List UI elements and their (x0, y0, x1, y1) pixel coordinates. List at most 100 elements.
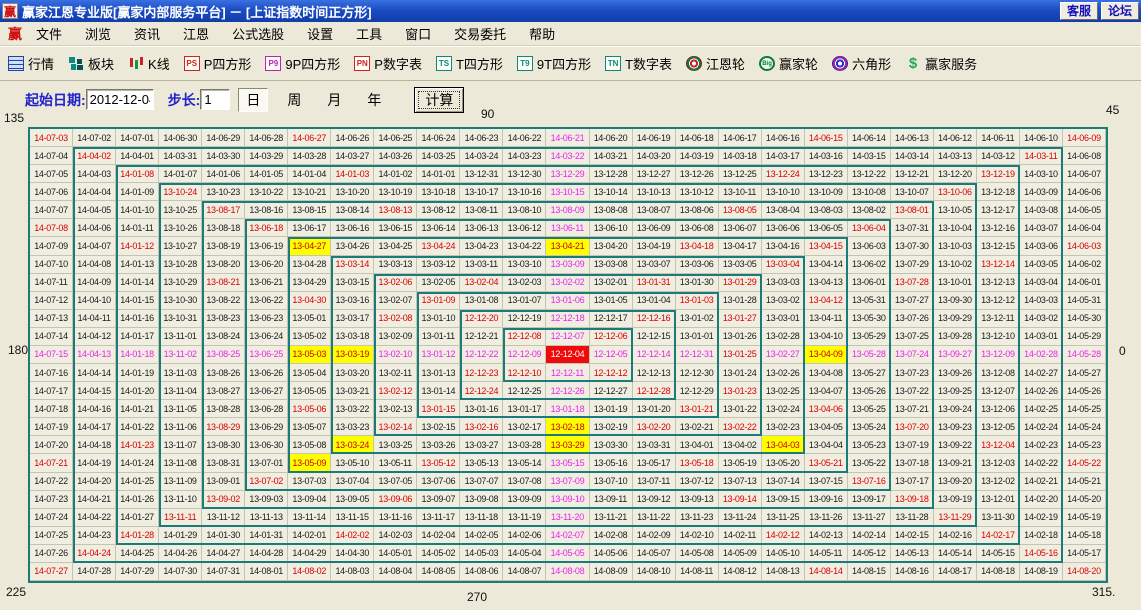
date-cell[interactable]: 13-12-29 (546, 165, 589, 183)
date-cell[interactable]: 13-11-30 (977, 509, 1020, 527)
date-cell[interactable]: 14-02-22 (1020, 454, 1063, 472)
date-cell[interactable]: 13-03-26 (417, 436, 460, 454)
date-cell[interactable]: 14-05-25 (1063, 400, 1106, 418)
date-cell[interactable]: 14-06-22 (503, 129, 546, 147)
date-cell[interactable]: 13-01-13 (417, 364, 460, 382)
date-cell[interactable]: 13-08-19 (202, 237, 245, 255)
toolbar-item-3[interactable]: K线 (128, 54, 170, 73)
date-cell[interactable]: 14-05-28 (1063, 346, 1106, 364)
date-cell[interactable]: 13-11-10 (159, 491, 202, 509)
date-cell[interactable]: 13-12-26 (676, 165, 719, 183)
date-cell[interactable]: 14-03-22 (546, 147, 589, 165)
date-cell[interactable]: 14-04-05 (73, 201, 116, 219)
date-cell[interactable]: 13-10-28 (159, 256, 202, 274)
date-cell[interactable]: 13-12-30 (503, 165, 546, 183)
date-cell[interactable]: 14-04-14 (73, 364, 116, 382)
date-cell[interactable]: 14-01-28 (116, 527, 159, 545)
date-cell[interactable]: 13-11-13 (245, 509, 288, 527)
date-cell[interactable]: 14-01-16 (116, 310, 159, 328)
menu-tools[interactable]: 工具 (356, 24, 382, 43)
date-cell[interactable]: 13-01-07 (503, 292, 546, 310)
date-cell[interactable]: 13-12-18 (977, 183, 1020, 201)
date-cell[interactable]: 13-01-24 (719, 364, 762, 382)
date-cell[interactable]: 13-05-28 (848, 346, 891, 364)
date-cell[interactable]: 13-03-29 (546, 436, 589, 454)
date-cell[interactable]: 13-01-05 (590, 292, 633, 310)
date-cell[interactable]: 14-04-12 (73, 328, 116, 346)
date-cell[interactable]: 13-05-14 (503, 454, 546, 472)
date-cell[interactable]: 14-02-28 (1020, 346, 1063, 364)
date-cell[interactable]: 14-08-15 (848, 563, 891, 581)
date-cell[interactable]: 13-12-19 (977, 165, 1020, 183)
date-cell[interactable]: 13-10-29 (159, 274, 202, 292)
date-cell[interactable]: 13-07-22 (891, 382, 934, 400)
date-cell[interactable]: 13-09-05 (331, 491, 374, 509)
date-cell[interactable]: 13-02-07 (374, 292, 417, 310)
date-cell[interactable]: 13-10-19 (374, 183, 417, 201)
date-cell[interactable]: 13-11-04 (159, 382, 202, 400)
date-cell[interactable]: 14-03-30 (202, 147, 245, 165)
date-cell[interactable]: 14-06-05 (1063, 201, 1106, 219)
date-cell[interactable]: 13-03-11 (460, 256, 503, 274)
date-cell[interactable]: 14-04-28 (245, 545, 288, 563)
date-cell[interactable]: 13-03-13 (374, 256, 417, 274)
date-cell[interactable]: 14-03-26 (374, 147, 417, 165)
date-cell[interactable]: 13-06-09 (633, 219, 676, 237)
date-cell[interactable]: 13-06-19 (245, 237, 288, 255)
date-cell[interactable]: 13-01-23 (719, 382, 762, 400)
date-cell[interactable]: 13-12-06 (977, 400, 1020, 418)
date-cell[interactable]: 14-07-22 (30, 473, 73, 491)
date-cell[interactable]: 13-05-07 (288, 418, 331, 436)
date-cell[interactable]: 13-04-10 (805, 328, 848, 346)
date-cell[interactable]: 13-01-06 (546, 292, 589, 310)
date-cell[interactable]: 14-04-07 (73, 237, 116, 255)
date-cell[interactable]: 14-03-13 (934, 147, 977, 165)
date-cell[interactable]: 13-01-10 (417, 310, 460, 328)
date-cell[interactable]: 14-02-02 (331, 527, 374, 545)
date-cell[interactable]: 13-12-27 (633, 165, 676, 183)
date-cell[interactable]: 13-10-13 (633, 183, 676, 201)
date-cell[interactable]: 13-12-13 (977, 274, 1020, 292)
date-cell[interactable]: 13-09-27 (934, 346, 977, 364)
date-cell[interactable]: 13-10-07 (891, 183, 934, 201)
date-cell[interactable]: 13-12-21 (891, 165, 934, 183)
date-cell[interactable]: 14-07-11 (30, 274, 73, 292)
date-cell[interactable]: 14-07-02 (73, 129, 116, 147)
date-cell[interactable]: 13-04-13 (805, 274, 848, 292)
date-cell[interactable]: 14-07-24 (30, 509, 73, 527)
toolbar-item-9[interactable]: TNT数字表 (605, 54, 672, 73)
date-cell[interactable]: 14-03-19 (676, 147, 719, 165)
date-cell[interactable]: 14-07-23 (30, 491, 73, 509)
date-cell[interactable]: 13-09-21 (934, 454, 977, 472)
date-cell[interactable]: 14-01-08 (116, 165, 159, 183)
date-cell[interactable]: 14-03-21 (590, 147, 633, 165)
date-cell[interactable]: 13-02-28 (762, 328, 805, 346)
date-cell[interactable]: 14-03-24 (460, 147, 503, 165)
date-cell[interactable]: 13-05-05 (288, 382, 331, 400)
date-cell[interactable]: 13-05-02 (288, 328, 331, 346)
date-cell[interactable]: 14-01-15 (116, 292, 159, 310)
toolbar-item-8[interactable]: T99T四方形 (517, 54, 591, 73)
toolbar-item-11[interactable]: Big赢家轮 (759, 54, 818, 73)
date-cell[interactable]: 14-06-28 (245, 129, 288, 147)
date-cell[interactable]: 13-06-30 (245, 436, 288, 454)
date-cell[interactable]: 13-11-20 (546, 509, 589, 527)
date-cell[interactable]: 12-12-08 (503, 328, 546, 346)
date-cell[interactable]: 12-12-30 (676, 364, 719, 382)
date-cell[interactable]: 13-01-31 (633, 274, 676, 292)
date-cell[interactable]: 14-06-18 (676, 129, 719, 147)
unit-month-button[interactable]: 月 (320, 89, 348, 111)
date-cell[interactable]: 13-05-08 (288, 436, 331, 454)
date-cell[interactable]: 14-05-29 (1063, 328, 1106, 346)
date-cell[interactable]: 13-08-24 (202, 328, 245, 346)
date-cell[interactable]: 13-08-10 (503, 201, 546, 219)
date-cell[interactable]: 14-06-19 (633, 129, 676, 147)
date-cell[interactable]: 13-03-17 (331, 310, 374, 328)
date-cell[interactable]: 13-07-01 (245, 454, 288, 472)
date-cell[interactable]: 13-05-11 (374, 454, 417, 472)
date-cell[interactable]: 13-04-08 (805, 364, 848, 382)
date-cell[interactable]: 13-11-25 (762, 509, 805, 527)
date-cell[interactable]: 13-10-14 (590, 183, 633, 201)
date-cell[interactable]: 13-05-26 (848, 382, 891, 400)
date-cell[interactable]: 13-06-29 (245, 418, 288, 436)
